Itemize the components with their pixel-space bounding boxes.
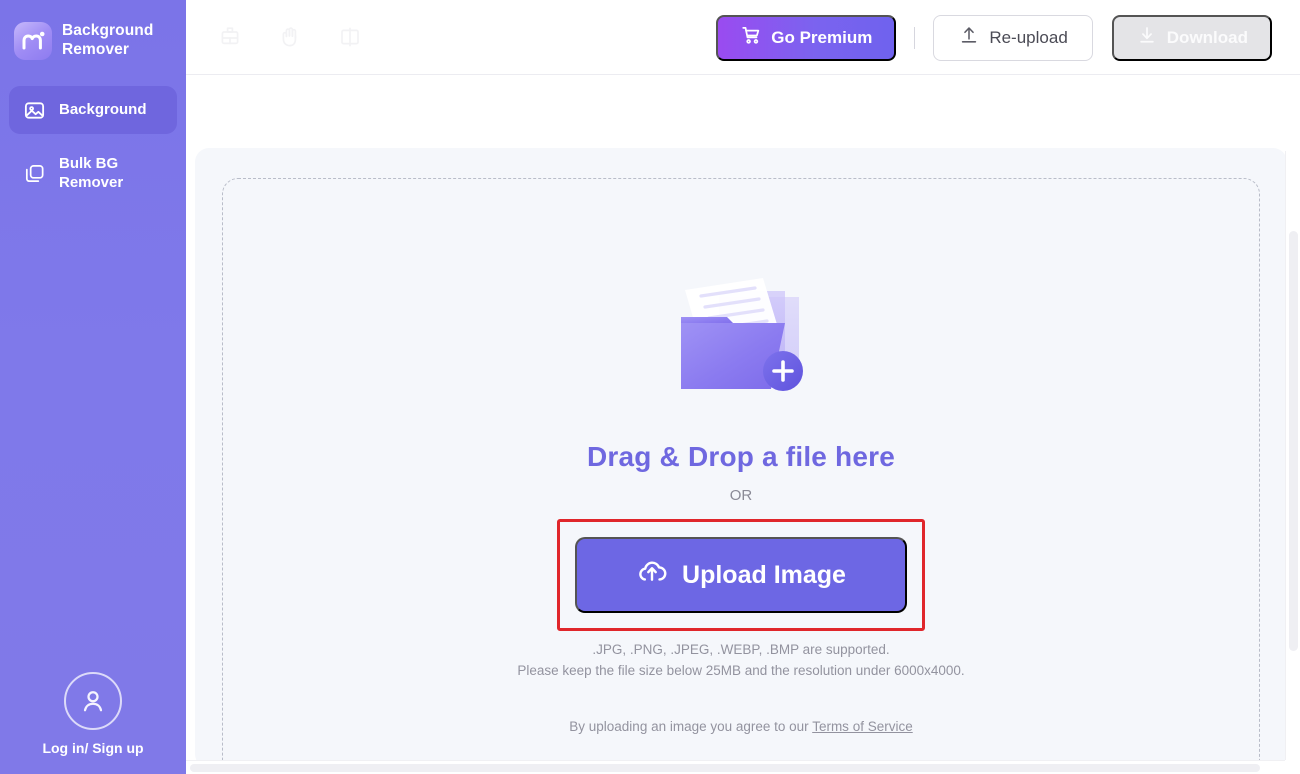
terms-notice-prefix: By uploading an image you agree to our <box>569 719 812 734</box>
tool-group <box>186 24 363 50</box>
topbar: Go Premium Re-upload <box>186 0 1300 75</box>
supported-formats-note: .JPG, .PNG, .JPEG, .WEBP, .BMP are suppo… <box>592 642 889 657</box>
sidebar: Background Remover Background <box>0 0 186 774</box>
brand-name: Background Remover <box>62 22 153 60</box>
media-m-logo-icon <box>14 22 52 60</box>
main-area: Go Premium Re-upload <box>186 0 1300 774</box>
horizontal-scrollbar[interactable] <box>186 760 1285 774</box>
brand-name-line1: Background <box>62 22 153 41</box>
scrollbar-corner <box>1285 760 1300 774</box>
login-signup[interactable]: Log in/ Sign up <box>0 672 186 756</box>
layers-copy-icon <box>21 161 47 187</box>
terms-notice: By uploading an image you agree to our T… <box>569 719 912 734</box>
eraser-icon[interactable] <box>217 24 243 50</box>
login-signup-label: Log in/ Sign up <box>42 740 143 756</box>
app-root: Background Remover Background <box>0 0 1300 774</box>
shopping-cart-icon <box>740 24 762 51</box>
dropzone-title: Drag & Drop a file here <box>587 441 895 473</box>
dropzone[interactable]: Drag & Drop a file here OR <box>222 178 1260 774</box>
folder-add-files-icon <box>667 267 815 399</box>
sidebar-item-bulk-bg-remover[interactable]: Bulk BG Remover <box>9 144 177 204</box>
download-button[interactable]: Download <box>1112 15 1272 61</box>
sidebar-nav: Background Bulk BG Remover <box>0 86 186 204</box>
download-arrow-icon <box>1136 24 1158 51</box>
sidebar-item-label-background: Background <box>59 101 147 120</box>
upload-image-label: Upload Image <box>682 561 846 590</box>
horizontal-scrollbar-thumb[interactable] <box>190 764 1260 772</box>
dropzone-content: Drag & Drop a file here OR <box>223 267 1259 734</box>
red-highlight-box: Upload Image <box>557 519 925 631</box>
user-avatar-icon <box>64 672 122 730</box>
file-limits-note: Please keep the file size below 25MB and… <box>517 663 964 678</box>
re-upload-button[interactable]: Re-upload <box>933 15 1092 61</box>
sidebar-item-label-bulk-line1: Bulk BG <box>59 155 118 172</box>
upload-panel: Drag & Drop a file here OR <box>195 148 1287 768</box>
vertical-scrollbar-thumb[interactable] <box>1289 231 1298 651</box>
hand-icon[interactable] <box>277 24 303 50</box>
brand-name-line2: Remover <box>62 41 153 60</box>
go-premium-label: Go Premium <box>771 28 872 48</box>
split-view-icon[interactable] <box>337 24 363 50</box>
vertical-scrollbar[interactable] <box>1285 151 1300 760</box>
download-label: Download <box>1167 28 1248 48</box>
brand[interactable]: Background Remover <box>0 0 186 60</box>
cloud-upload-icon <box>636 556 668 595</box>
terms-of-service-link[interactable]: Terms of Service <box>812 719 913 734</box>
image-icon <box>21 97 47 123</box>
sidebar-item-label-bulk: Bulk BG Remover <box>59 155 123 193</box>
sidebar-item-background[interactable]: Background <box>9 86 177 134</box>
re-upload-label: Re-upload <box>989 28 1067 48</box>
upload-arrow-icon <box>958 24 980 51</box>
top-actions: Go Premium Re-upload <box>716 0 1272 75</box>
upload-image-button[interactable]: Upload Image <box>575 537 907 613</box>
go-premium-button[interactable]: Go Premium <box>716 15 896 61</box>
toolbar-divider <box>914 27 915 49</box>
sidebar-item-label-bulk-line2: Remover <box>59 174 123 191</box>
canvas-area: Drag & Drop a file here OR <box>186 75 1300 774</box>
dropzone-or-label: OR <box>730 487 753 504</box>
